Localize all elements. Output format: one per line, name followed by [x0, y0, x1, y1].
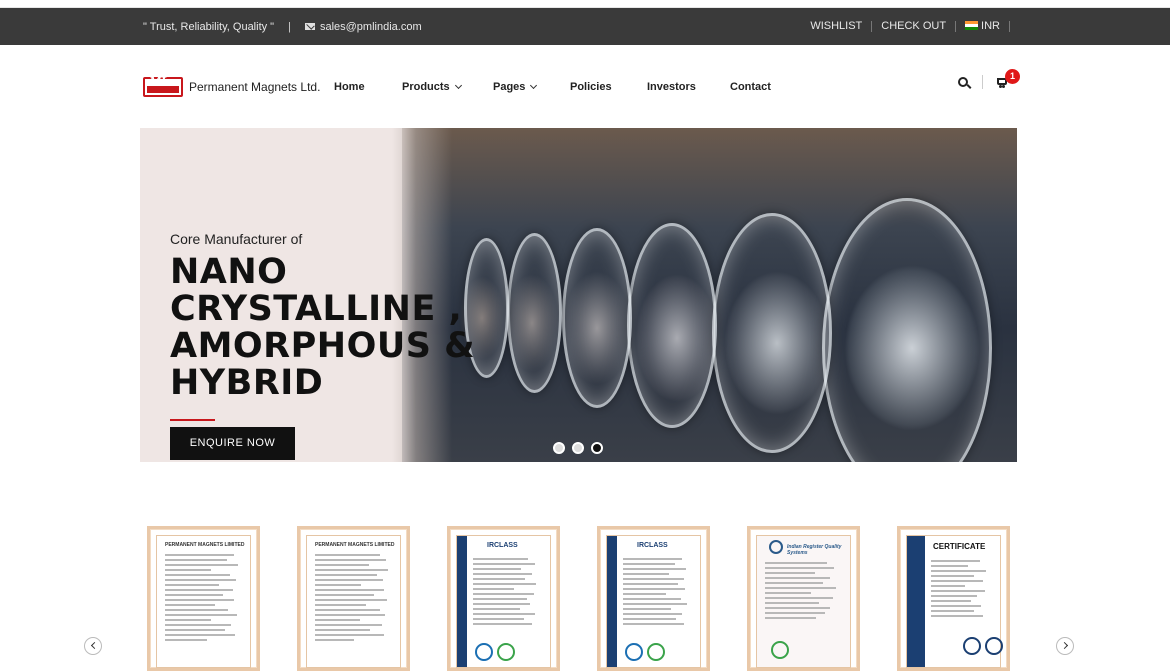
- currency-selector[interactable]: INR: [956, 21, 1010, 32]
- tagline: " Trust, Reliability, Quality ": [143, 20, 275, 33]
- nav-home[interactable]: Home: [334, 81, 402, 93]
- top-bar-right: WISHLIST CHECK OUT INR: [801, 8, 1010, 45]
- top-bar-left: " Trust, Reliability, Quality " | sales@…: [143, 8, 422, 45]
- slider-dots: [553, 442, 603, 454]
- chevron-down-icon: [530, 81, 538, 89]
- nav-home-label: Home: [334, 80, 365, 93]
- nav-contact[interactable]: Contact: [730, 81, 771, 93]
- logo[interactable]: ML Permanent Magnets Ltd.: [143, 75, 320, 99]
- certificate-card[interactable]: IRCLASS: [447, 526, 560, 671]
- certificate-card[interactable]: PERMANENT MAGNETS LIMITED: [147, 526, 260, 671]
- chevron-left-icon: [90, 641, 99, 650]
- hero-background-image: [402, 128, 1017, 462]
- email-text: sales@pmlindia.com: [319, 20, 422, 33]
- india-flag-icon: [965, 21, 979, 30]
- certificate-card[interactable]: CERTIFICATE: [897, 526, 1010, 671]
- top-bar: " Trust, Reliability, Quality " | sales@…: [0, 8, 1170, 45]
- carousel-next-button[interactable]: [1056, 637, 1074, 655]
- certificate-heading: IRCLASS: [637, 542, 668, 549]
- certificate-card[interactable]: IRCLASS: [597, 526, 710, 671]
- logo-initials: ML: [149, 75, 169, 90]
- certificate-heading: CERTIFICATE: [933, 542, 986, 551]
- certificate-heading: IRCLASS: [487, 542, 518, 549]
- nav-products[interactable]: Products: [402, 81, 493, 93]
- nav-contact-label: Contact: [730, 80, 771, 93]
- certificates-carousel: PERMANENT MAGNETS LIMITED PERMANENT MAGN…: [0, 520, 1170, 671]
- slider-dot-1[interactable]: [553, 442, 565, 454]
- nav-policies[interactable]: Policies: [570, 81, 647, 93]
- hero-title-line: HYBRID: [170, 363, 324, 403]
- nav-policies-label: Policies: [570, 80, 612, 93]
- certificate-card[interactable]: PERMANENT MAGNETS LIMITED: [297, 526, 410, 671]
- nav-investors[interactable]: Investors: [647, 81, 730, 93]
- logo-name: Permanent Magnets Ltd.: [189, 80, 321, 94]
- hero-title-line: NANO: [170, 252, 288, 292]
- main-nav: Home Products Pages Policies Investors C…: [334, 45, 771, 128]
- email-link[interactable]: sales@pmlindia.com: [304, 20, 422, 33]
- top-bar-divider: |: [288, 20, 291, 33]
- nav-investors-label: Investors: [647, 80, 696, 93]
- certificate-heading: PERMANENT MAGNETS LIMITED: [315, 542, 395, 548]
- header-divider: [982, 75, 983, 89]
- nav-products-label: Products: [402, 80, 450, 93]
- browser-top-edge: [0, 0, 1170, 8]
- certificate-card[interactable]: Indian Register Quality Systems: [747, 526, 860, 671]
- cart-count-badge: 1: [1005, 69, 1020, 84]
- checkout-link[interactable]: CHECK OUT: [872, 21, 957, 32]
- hero-subtitle: Core Manufacturer of: [170, 231, 303, 247]
- logo-mark-icon: ML: [143, 75, 183, 99]
- wishlist-link[interactable]: WISHLIST: [801, 21, 873, 32]
- hero-title-line: CRYSTALLINE ,: [170, 289, 463, 329]
- carousel-prev-button[interactable]: [84, 637, 102, 655]
- nav-pages-label: Pages: [493, 80, 526, 93]
- slider-dot-2[interactable]: [572, 442, 584, 454]
- certificate-heading: Indian Register Quality Systems: [787, 544, 842, 556]
- hero-title-line: AMORPHOUS &: [170, 326, 476, 366]
- search-icon[interactable]: [958, 77, 968, 87]
- certificate-heading: PERMANENT MAGNETS LIMITED: [165, 542, 245, 548]
- cart-button[interactable]: 1: [997, 69, 1020, 89]
- header-actions: 1: [958, 69, 1020, 89]
- hero-title: NANO CRYSTALLINE , AMORPHOUS & HYBRID: [170, 254, 475, 402]
- hero-accent-rule: [170, 419, 215, 421]
- site-header: ML Permanent Magnets Ltd. Home Products …: [0, 45, 1170, 128]
- chevron-right-icon: [1060, 641, 1069, 650]
- hero-slider[interactable]: Core Manufacturer of NANO CRYSTALLINE , …: [140, 128, 1017, 462]
- chevron-down-icon: [454, 81, 462, 89]
- slider-dot-3[interactable]: [591, 442, 603, 454]
- currency-label: INR: [981, 20, 1000, 32]
- enquire-now-button[interactable]: ENQUIRE NOW: [170, 427, 295, 460]
- nav-pages[interactable]: Pages: [493, 81, 570, 93]
- envelope-icon: [304, 23, 315, 30]
